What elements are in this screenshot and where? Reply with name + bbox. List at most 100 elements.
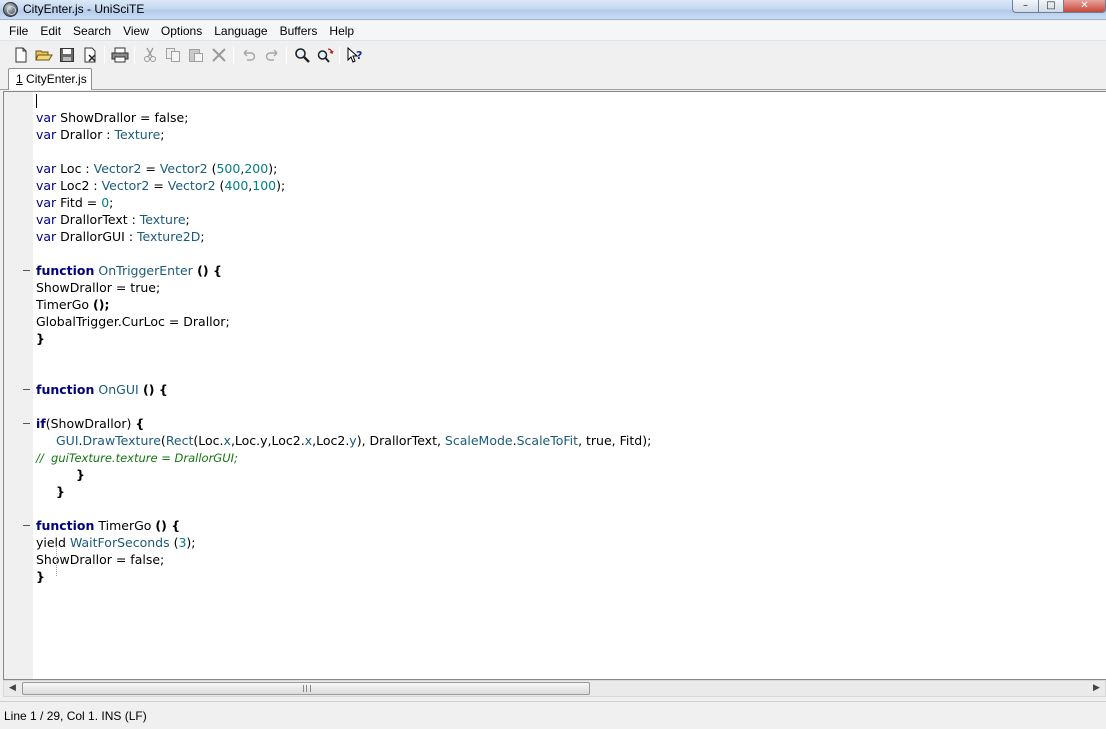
menu-language[interactable]: Language (208, 21, 273, 41)
code-line[interactable]: // guiTexture.texture = DrallorGUI; (4, 449, 1106, 466)
open-file-button[interactable] (32, 44, 55, 66)
code-token: function (36, 518, 95, 533)
code-line[interactable] (4, 92, 1106, 109)
text-caret (36, 94, 37, 108)
code-token: } (56, 484, 65, 499)
code-token: // guiTexture.texture = DrallorGUI; (36, 451, 238, 465)
maximize-button[interactable]: □ (1038, 0, 1063, 13)
code-token: Rect (165, 433, 194, 448)
code-token: ; (109, 195, 114, 210)
code-line[interactable] (4, 398, 1106, 415)
scroll-left-arrow[interactable]: ◀ (4, 681, 21, 696)
code-line[interactable]: } (4, 330, 1106, 347)
fold-marker-icon[interactable] (23, 525, 30, 526)
code-line[interactable]: var DrallorText : Texture; (4, 211, 1106, 228)
code-token: (ShowDrallor) (45, 416, 136, 431)
code-token: ); (276, 178, 286, 193)
new-file-button[interactable] (9, 44, 32, 66)
code-token: } (36, 331, 45, 346)
code-line[interactable]: var DrallorGUI : Texture2D; (4, 228, 1106, 245)
paste-icon (188, 49, 203, 62)
code-line[interactable]: } (4, 568, 1106, 585)
code-text: GUI.DrawTexture(Rect(Loc.x,Loc.y,Loc2.x,… (56, 432, 651, 449)
code-line[interactable]: function OnTriggerEnter () { (4, 262, 1106, 279)
new-file-icon (15, 47, 26, 63)
minimize-button[interactable]: – (1012, 0, 1038, 13)
code-token: ; (200, 229, 205, 244)
code-text: if(ShowDrallor) { (36, 415, 144, 432)
code-token: ShowDrallor = false; (56, 110, 189, 125)
code-line[interactable]: ShowDrallor = true; (4, 279, 1106, 296)
code-text: var Fitd = 0; (36, 194, 113, 211)
menu-help[interactable]: Help (323, 21, 360, 41)
code-token: OnGUI (98, 382, 139, 397)
print-icon (111, 47, 128, 63)
code-token: ); (186, 535, 196, 550)
undo-icon (243, 49, 255, 61)
code-line[interactable]: var Drallor : Texture; (4, 126, 1106, 143)
close-file-button[interactable] (78, 44, 101, 66)
code-editor[interactable]: var ShowDrallor = false; var Drallor : Te… (3, 91, 1106, 680)
code-line[interactable]: } (4, 483, 1106, 500)
menu-edit[interactable]: Edit (34, 21, 67, 41)
close-file-icon (84, 47, 96, 63)
fold-marker-icon[interactable] (23, 389, 30, 390)
code-line[interactable]: var Loc : Vector2 = Vector2 (500,200); (4, 160, 1106, 177)
find-button[interactable] (290, 44, 313, 66)
code-token: ,Loc2. (312, 433, 350, 448)
code-line[interactable] (4, 347, 1106, 364)
replace-button[interactable] (313, 44, 336, 66)
open-folder-icon (34, 50, 53, 61)
code-line[interactable]: GUI.DrawTexture(Rect(Loc.x,Loc.y,Loc2.x,… (4, 432, 1106, 449)
code-line[interactable] (4, 245, 1106, 262)
code-token: DrawTexture (82, 433, 161, 448)
scroll-right-arrow[interactable]: ▶ (1088, 681, 1105, 696)
delete-icon (211, 48, 226, 62)
code-line[interactable] (4, 364, 1106, 381)
code-line[interactable]: yield WaitForSeconds (3); (4, 534, 1106, 551)
cut-button[interactable] (138, 44, 161, 66)
menu-buffers[interactable]: Buffers (274, 21, 324, 41)
print-button[interactable] (108, 44, 131, 66)
toolbar-separator (233, 46, 234, 64)
undo-button[interactable] (237, 44, 260, 66)
paste-button[interactable] (184, 44, 207, 66)
menu-file[interactable]: File (3, 21, 34, 41)
code-line[interactable]: GlobalTrigger.CurLoc = Drallor; (4, 313, 1106, 330)
code-line[interactable]: function OnGUI () { (4, 381, 1106, 398)
menu-options[interactable]: Options (155, 21, 208, 41)
code-text: function OnTriggerEnter () { (36, 262, 222, 279)
code-line[interactable]: if(ShowDrallor) { (4, 415, 1106, 432)
app-icon[interactable] (3, 2, 18, 17)
redo-button[interactable] (260, 44, 283, 66)
code-token: y (349, 433, 357, 448)
close-button[interactable]: ✕ (1063, 0, 1106, 13)
code-line[interactable]: var Loc2 : Vector2 = Vector2 (400,100); (4, 177, 1106, 194)
context-help-icon: ? (347, 47, 362, 63)
tab-number: 1 (16, 72, 23, 86)
delete-button[interactable] (207, 44, 230, 66)
code-token: Vector2 (101, 178, 150, 193)
code-line[interactable]: ShowDrallor = false; (4, 551, 1106, 568)
code-line[interactable]: var ShowDrallor = false; (4, 109, 1106, 126)
code-line[interactable]: TimerGo (); (4, 296, 1106, 313)
code-line[interactable]: } (4, 466, 1106, 483)
fold-marker-icon[interactable] (23, 423, 30, 424)
code-text: var DrallorGUI : Texture2D; (36, 228, 205, 245)
context-help-button[interactable]: ? (343, 44, 366, 66)
tab-cityenter-js[interactable]: 1 CityEnter.js (8, 68, 92, 90)
horizontal-scrollbar[interactable]: ◀ ▶ (3, 680, 1106, 697)
menu-view[interactable]: View (117, 21, 155, 41)
code-line[interactable] (4, 143, 1106, 160)
code-text: GlobalTrigger.CurLoc = Drallor; (36, 313, 230, 330)
code-token: (Loc. (193, 433, 224, 448)
scroll-thumb[interactable] (22, 682, 590, 695)
code-line[interactable]: function TimerGo () { (4, 517, 1106, 534)
code-token: OnTriggerEnter (98, 263, 193, 278)
code-line[interactable] (4, 500, 1106, 517)
save-button[interactable] (55, 44, 78, 66)
copy-button[interactable] (161, 44, 184, 66)
fold-marker-icon[interactable] (23, 270, 30, 271)
code-line[interactable]: var Fitd = 0; (4, 194, 1106, 211)
menu-search[interactable]: Search (67, 21, 117, 41)
